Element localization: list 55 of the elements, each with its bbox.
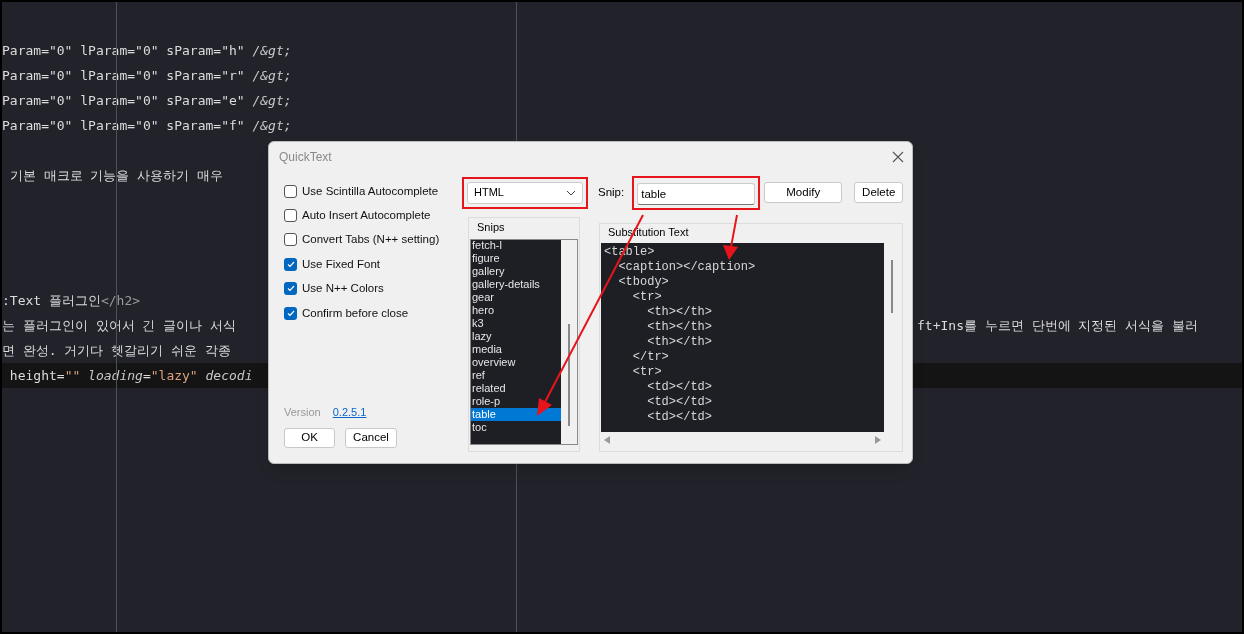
snip-item[interactable]: k3 (471, 317, 561, 330)
snip-field[interactable]: table (637, 182, 756, 205)
chevron-down-icon (566, 189, 576, 196)
snip-item[interactable]: gallery (471, 265, 561, 278)
code-text: Param="0" lParam="0" sParam="h" /&gt; (2, 41, 292, 60)
snip-item[interactable]: related (471, 382, 561, 395)
check-icon (286, 260, 295, 268)
checkbox[interactable] (284, 233, 297, 247)
snip-item[interactable]: role-p (471, 395, 561, 408)
code-text: Param="0" lParam="0" sParam="r" /&gt; (2, 66, 292, 85)
snip-item[interactable]: fetch-l (471, 240, 561, 252)
option-label: Auto Insert Autocomplete (302, 207, 431, 223)
code-text: ft+Ins를 누르면 단번에 지정된 서식을 불러 (917, 316, 1199, 335)
code-text: 기본 매크로 기능을 사용하기 매우 (8, 166, 224, 185)
code-text: height="" loading="lazy" decodi (8, 366, 253, 385)
code-text: :Text 플러그인</h2> (2, 291, 141, 310)
snip-item[interactable]: figure (471, 252, 561, 265)
option-label: Use Scintilla Autocomplete (302, 183, 439, 199)
snip-item[interactable]: gear (471, 291, 561, 304)
checkbox[interactable] (284, 184, 297, 198)
close-icon[interactable] (892, 151, 904, 163)
checkbox[interactable] (284, 282, 297, 296)
window-title: QuickText (279, 149, 332, 166)
snip-item[interactable]: table (471, 408, 561, 421)
option-label: Convert Tabs (N++ setting) (302, 232, 440, 248)
language-dropdown[interactable]: HTML (467, 181, 583, 204)
check-icon (286, 309, 295, 317)
snip-item[interactable]: gallery-details (471, 278, 561, 291)
snip-item[interactable]: media (471, 343, 561, 356)
version-label: Version (284, 404, 321, 420)
option-label: Use N++ Colors (302, 281, 384, 297)
snip-item[interactable]: toc (471, 421, 561, 434)
code-text: 면 완성. 거기다 헷갈리기 쉬운 각종 (2, 341, 231, 360)
snip-item[interactable]: ref (471, 369, 561, 382)
option-label: Use Fixed Font (302, 256, 380, 272)
checkbox[interactable] (284, 257, 297, 271)
version-link[interactable]: 0.2.5.1 (332, 403, 367, 420)
option-label: Confirm before close (302, 305, 409, 321)
snip-item[interactable]: overview (471, 356, 561, 369)
checkbox[interactable] (284, 209, 297, 223)
checkbox[interactable] (284, 306, 297, 320)
annotation-arrow (723, 214, 738, 260)
dialog-button[interactable]: OK (284, 428, 335, 448)
dialog-button[interactable]: Cancel (345, 428, 397, 448)
snips-group: Snips fetch-l figure gallery gallery-details gear hero k3 lazy media overview ref related role-p table toc (468, 217, 580, 452)
snip-item[interactable]: lazy (471, 330, 561, 343)
code-text: Param="0" lParam="0" sParam="e" /&gt; (2, 91, 292, 110)
code-text: Param="0" lParam="0" sParam="f" /&gt; (2, 116, 292, 135)
scrollbar[interactable] (561, 240, 577, 444)
snip-item[interactable]: hero (471, 304, 561, 317)
snip-label: Snip: (598, 184, 625, 200)
delete-button[interactable]: Delete (854, 182, 904, 203)
check-icon (286, 285, 295, 293)
modify-button[interactable]: Modify (764, 182, 843, 203)
code-text: 는 플러그인이 있어서 긴 글이나 서식 (2, 316, 237, 335)
